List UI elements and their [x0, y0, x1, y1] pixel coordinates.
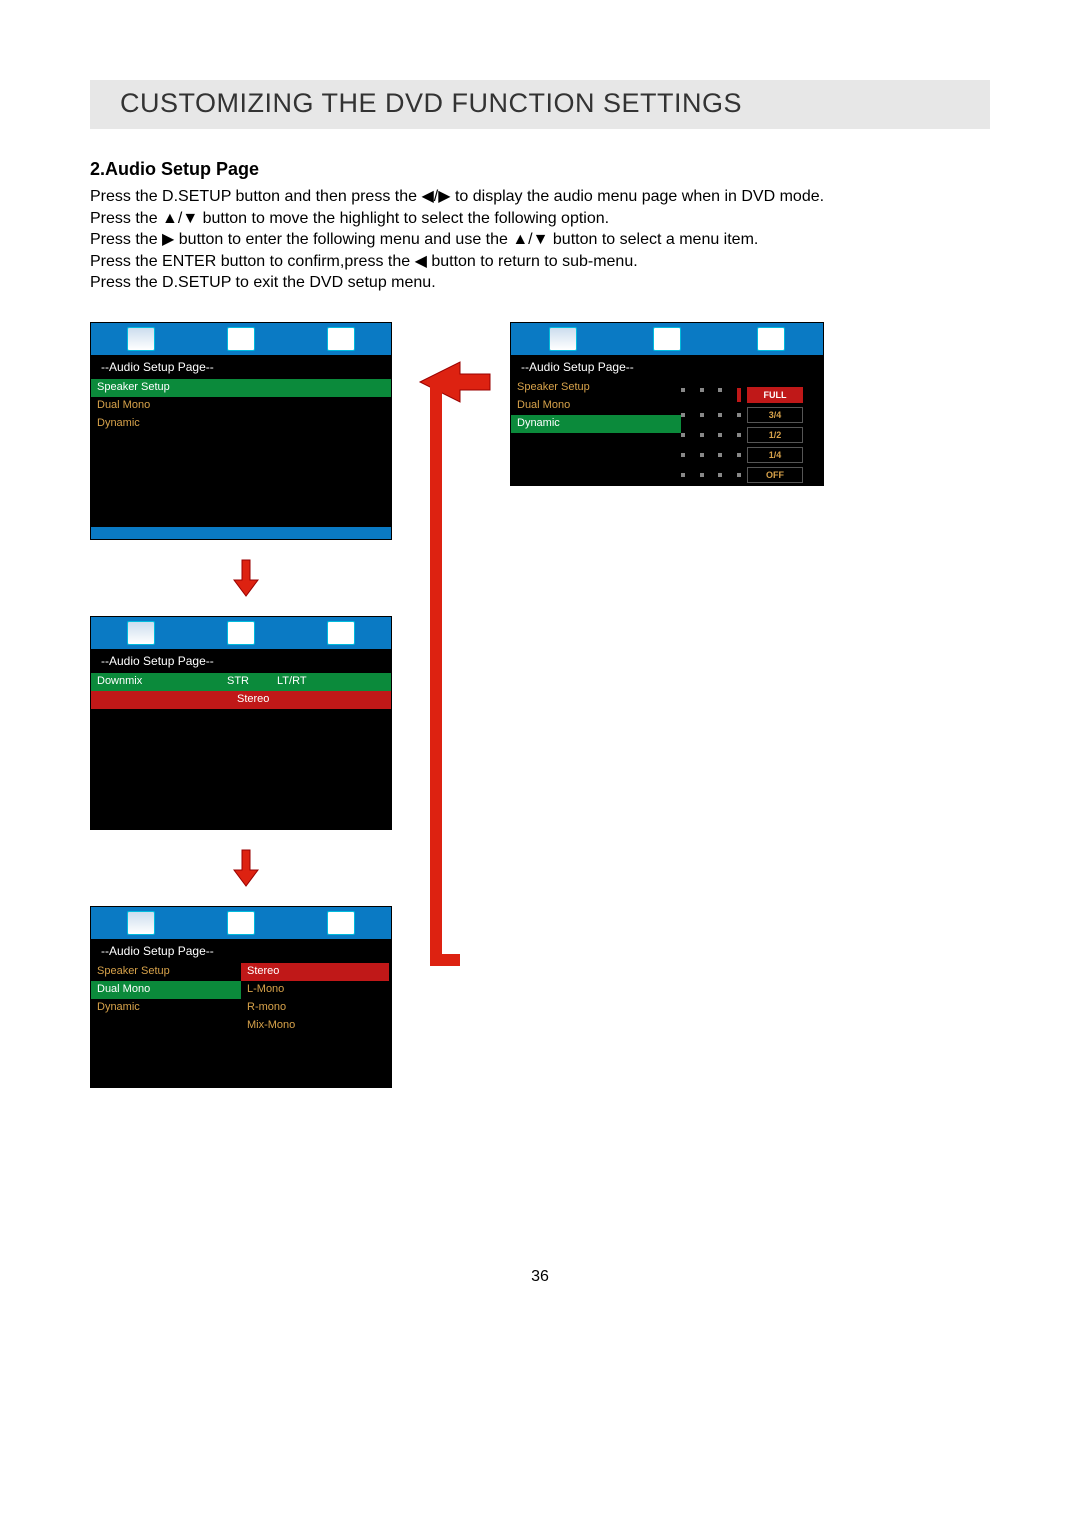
menu-item-speaker-setup[interactable]: Speaker Setup: [91, 379, 391, 397]
audio-menu-1: --Audio Setup Page-- Speaker Setup Dual …: [90, 322, 392, 540]
section-heading: 2.Audio Setup Page: [90, 159, 990, 180]
audio-menu-3: --Audio Setup Page-- Speaker Setup Dual …: [90, 906, 392, 1088]
flow-arrow-down-2: [230, 848, 262, 888]
menu-page-label: --Audio Setup Page--: [511, 355, 823, 379]
picture-tab-icon: [549, 327, 577, 351]
menu-page-label: --Audio Setup Page--: [91, 939, 391, 963]
video-tab-icon: [327, 327, 355, 351]
dynamic-level-off[interactable]: OFF: [681, 465, 811, 485]
audio-tab-icon: [227, 911, 255, 935]
flow-connector: [400, 322, 500, 1022]
page-banner: CUSTOMIZING THE DVD FUNCTION SETTINGS: [90, 80, 990, 129]
submenu-item-r-mono[interactable]: R-mono: [241, 999, 389, 1017]
submenu-item-l-mono[interactable]: L-Mono: [241, 981, 389, 999]
dynamic-level-12[interactable]: 1/2: [681, 425, 811, 445]
audio-tab-icon: [227, 327, 255, 351]
page-number: 36: [90, 1268, 990, 1286]
video-tab-icon: [757, 327, 785, 351]
picture-tab-icon: [127, 327, 155, 351]
menu-tabs: [511, 323, 823, 355]
menu-item-dynamic[interactable]: Dynamic: [91, 999, 241, 1017]
dynamic-level-34[interactable]: 3/4: [681, 405, 811, 425]
menu-item-speaker-setup[interactable]: Speaker Setup: [91, 963, 241, 981]
menu-1-rows: Speaker Setup Dual Mono Dynamic: [91, 379, 391, 523]
instruction-text: Press the D.SETUP button and then press …: [90, 186, 990, 294]
menu-page-label: --Audio Setup Page--: [91, 355, 391, 379]
menu-item-dual-mono[interactable]: Dual Mono: [511, 397, 681, 415]
banner-title: CUSTOMIZING THE DVD FUNCTION SETTINGS: [120, 88, 742, 118]
audio-tab-icon: [227, 621, 255, 645]
menu-item-speaker-setup[interactable]: Speaker Setup: [511, 379, 681, 397]
menu-item-dual-mono[interactable]: Dual Mono: [91, 397, 391, 415]
menu-tabs: [91, 907, 391, 939]
picture-tab-icon: [127, 621, 155, 645]
flow-arrow-down-1: [230, 558, 262, 598]
dynamic-level-14[interactable]: 1/4: [681, 445, 811, 465]
menu-2-rows: Downmix STR LT/RT Stereo: [91, 673, 391, 829]
picture-tab-icon: [127, 911, 155, 935]
audio-menu-2: --Audio Setup Page-- Downmix STR LT/RT S…: [90, 616, 392, 830]
menu-footer-bar: [91, 527, 391, 539]
menu-tabs: [91, 617, 391, 649]
submenu-item-stereo[interactable]: Stereo: [91, 691, 391, 709]
submenu-item-stereo[interactable]: Stereo: [241, 963, 389, 981]
menu-3-rows: Speaker Setup Dual Mono Dynamic Stereo L…: [91, 963, 391, 1035]
audio-tab-icon: [653, 327, 681, 351]
menu-tabs: [91, 323, 391, 355]
video-tab-icon: [327, 621, 355, 645]
submenu-item-mix-mono[interactable]: Mix-Mono: [241, 1017, 389, 1035]
audio-menu-4: --Audio Setup Page-- Speaker Setup Dual …: [510, 322, 824, 486]
menu-item-dual-mono[interactable]: Dual Mono: [91, 981, 241, 999]
menu-item-dynamic[interactable]: Dynamic: [91, 415, 391, 433]
menu-page-label: --Audio Setup Page--: [91, 649, 391, 673]
menu-item-downmix[interactable]: Downmix STR LT/RT: [91, 673, 391, 691]
video-tab-icon: [327, 911, 355, 935]
dynamic-level-panel: FULL 3/4 1/2 1/4: [681, 379, 811, 485]
menu-item-dynamic[interactable]: Dynamic: [511, 415, 681, 433]
dynamic-level-full[interactable]: FULL: [681, 385, 811, 405]
